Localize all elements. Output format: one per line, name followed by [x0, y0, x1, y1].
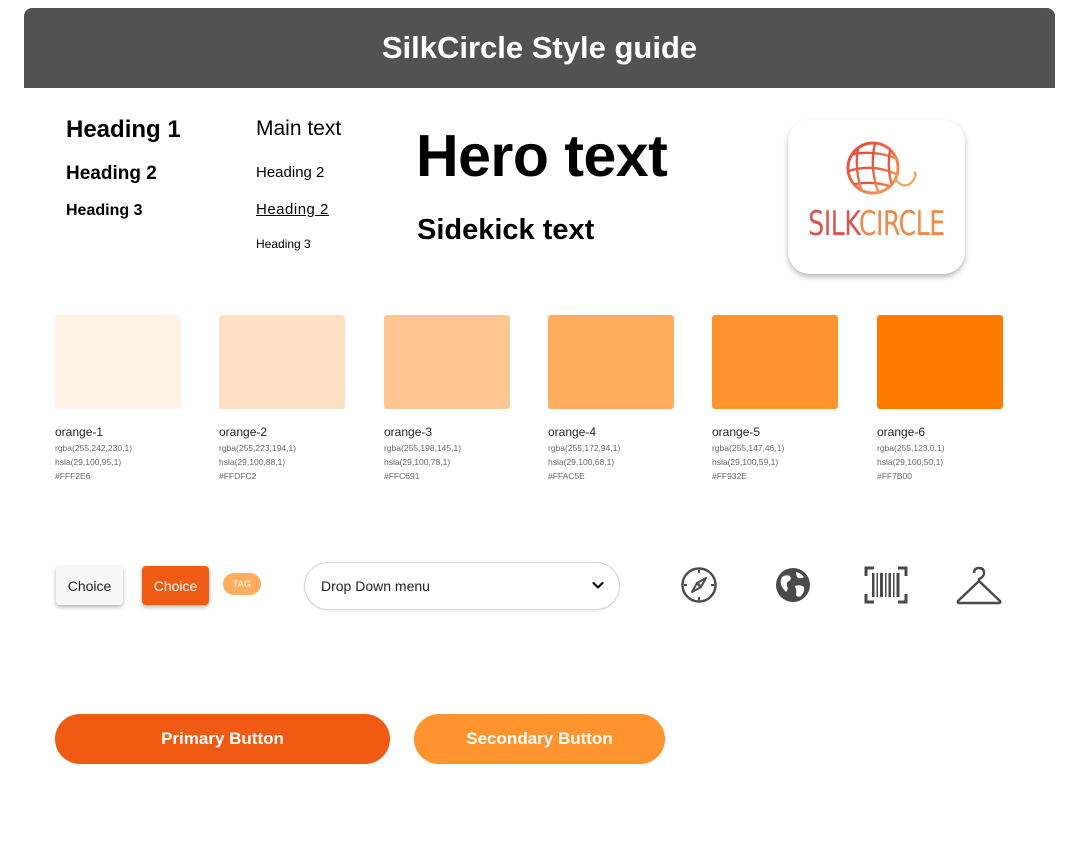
choice-chip-light[interactable]: Choice [56, 566, 123, 605]
dropdown-menu[interactable]: Drop Down menu [304, 562, 620, 610]
swatch-label: orange-3 [384, 425, 433, 439]
heading-2-underlined-sample: Heading 2 [256, 201, 329, 218]
swatch-rgba: rgba(255,242,230,1) [55, 443, 133, 453]
swatch-rgba: rgba(255,198,145,1) [384, 443, 462, 453]
swatch-label: orange-1 [55, 425, 104, 439]
swatch-orange-3 [384, 315, 510, 409]
swatch-hsla: hsla(29,100,59,1) [712, 457, 779, 467]
swatch-orange-1 [55, 315, 181, 409]
swatch-hsla: hsla(29,100,78,1) [384, 457, 451, 467]
swatch-orange-4 [548, 315, 674, 409]
chevron-down-icon [592, 581, 604, 589]
heading-2-sample: Heading 2 [66, 163, 157, 184]
swatch-hsla: hsla(29,100,50,1) [877, 457, 944, 467]
swatch-label: orange-4 [548, 425, 597, 439]
heading-3-regular-sample: Heading 3 [256, 237, 311, 251]
swatch-hex: #FFF2E6 [55, 471, 91, 481]
swatch-hex: #FFDFC2 [219, 471, 257, 481]
barcode-scan-icon[interactable] [864, 565, 908, 605]
heading-2-regular-sample: Heading 2 [256, 164, 325, 181]
globe-icon[interactable] [774, 565, 812, 605]
swatch-hsla: hsla(29,100,68,1) [548, 457, 615, 467]
secondary-button[interactable]: Secondary Button [414, 714, 665, 764]
primary-button[interactable]: Primary Button [55, 714, 390, 764]
style-guide-header: SilkCircle Style guide [24, 8, 1055, 88]
compass-icon[interactable] [680, 565, 718, 605]
swatch-orange-2 [219, 315, 345, 409]
swatch-hex: #FFAC5E [548, 471, 585, 481]
heading-3-sample: Heading 3 [66, 202, 143, 219]
swatch-hex: #FFC691 [384, 471, 420, 481]
swatch-hex: #FF7B00 [877, 471, 912, 481]
yarn-ball-icon [846, 141, 917, 195]
swatch-hsla: hsla(29,100,88,1) [219, 457, 286, 467]
swatch-rgba: rgba(255,223,194,1) [219, 443, 297, 453]
app-logo: SILKCIRCLE [788, 120, 965, 274]
page-title: SilkCircle Style guide [381, 30, 698, 65]
swatch-label: orange-6 [877, 425, 926, 439]
swatch-rgba: rgba(255,172,94,1) [548, 443, 621, 453]
dropdown-selected-value: Drop Down menu [321, 578, 430, 594]
hanger-icon[interactable] [955, 565, 1003, 605]
swatch-label: orange-5 [712, 425, 761, 439]
logo-wordmark: SILKCIRCLE [808, 204, 945, 244]
hero-text-sample: Hero text [416, 123, 668, 189]
swatch-label: orange-2 [219, 425, 268, 439]
sidekick-text-sample: Sidekick text [417, 214, 595, 246]
swatch-rgba: rgba(255,123,0,1) [877, 443, 945, 453]
choice-chip-selected[interactable]: Choice [142, 566, 209, 605]
swatch-hsla: hsla(29,100,95,1) [55, 457, 122, 467]
main-text-sample: Main text [256, 117, 342, 140]
swatch-rgba: rgba(255,147,46,1) [712, 443, 785, 453]
tag-badge: TAG [223, 573, 261, 595]
heading-1-sample: Heading 1 [66, 116, 181, 143]
swatch-orange-6 [877, 315, 1003, 409]
swatch-orange-5 [712, 315, 838, 409]
swatch-hex: #FF932E [712, 471, 747, 481]
